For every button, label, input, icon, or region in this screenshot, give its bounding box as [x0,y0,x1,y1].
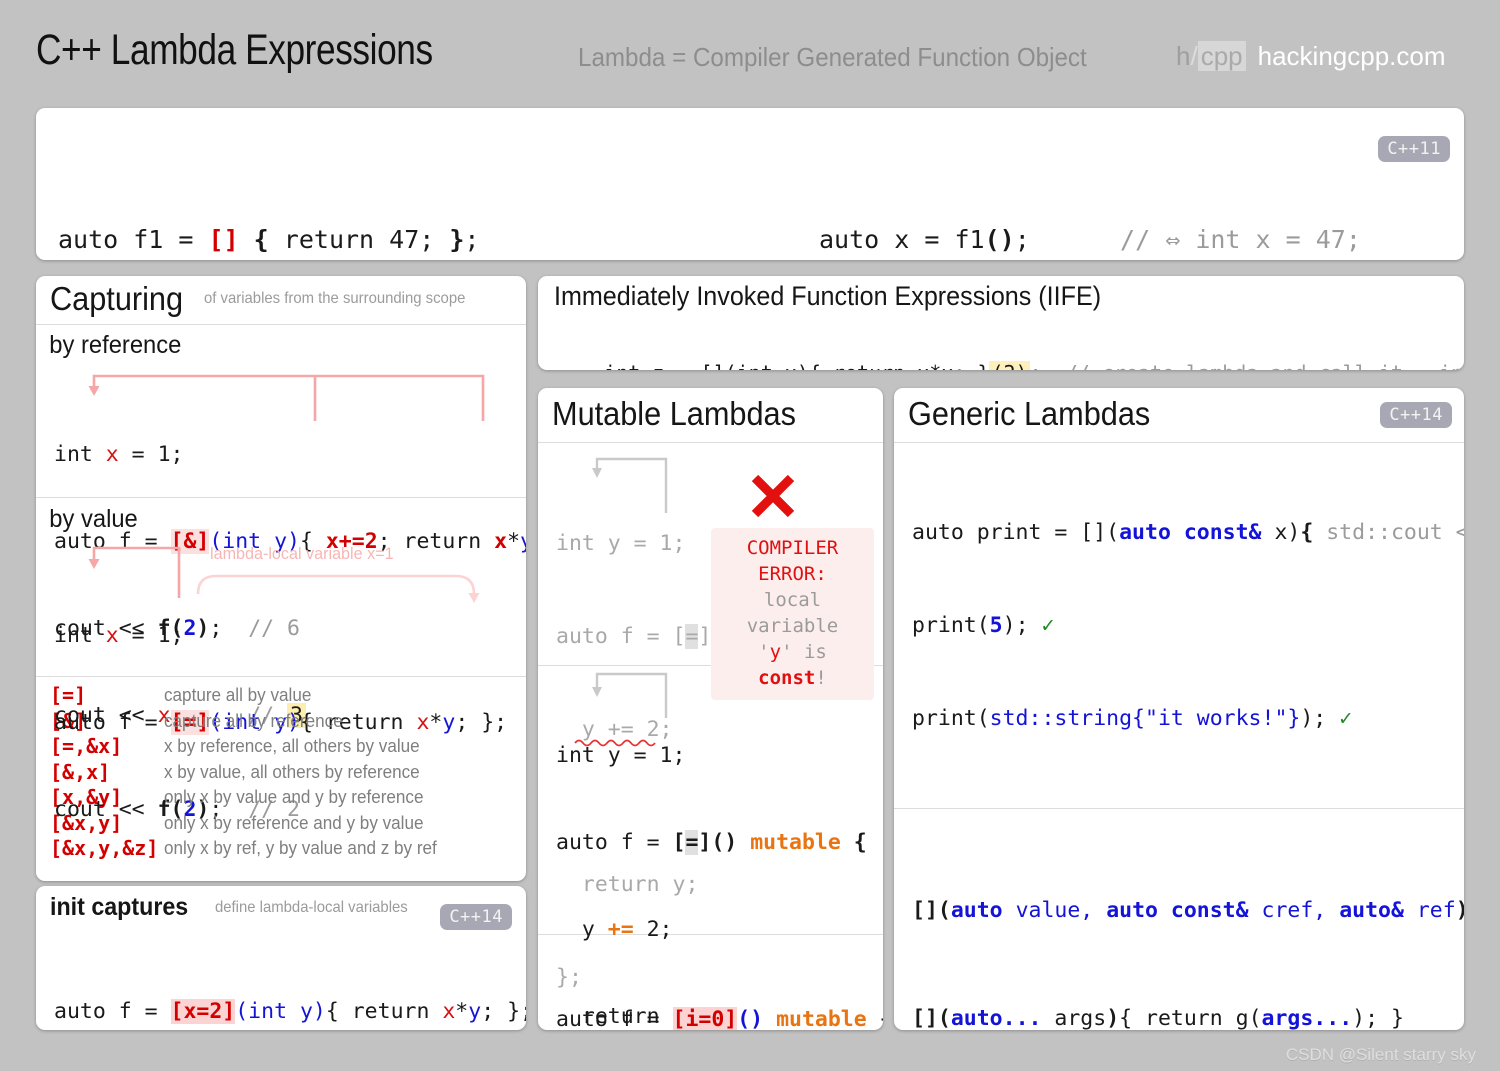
lambda-local-annotation: lambda-local variable x=1 [210,544,394,564]
generic-header: Generic Lambdas C++14 [894,388,1464,443]
capture-desc: x by reference, all others by value [164,734,437,760]
generic-lambdas-panel: Generic Lambdas C++14 auto print = [](au… [894,388,1464,1030]
std-badge-cpp14-generic: C++14 [1380,402,1452,428]
error-line-2: local variable [723,587,862,639]
init-captures-note: define lambda-local variables [215,899,408,917]
generic-line-1: auto print = [](auto const& x){ std::cou… [912,517,1464,548]
capturing-panel: Capturing of variables from the surround… [36,276,526,881]
capture-desc: x by value, all others by reference [164,760,437,786]
page-title: C++ Lambda Expressions [36,26,433,75]
mutable-bad-example: int y = 1; auto f = [=]() { y += 2; retu… [538,443,883,665]
mutable-header: Mutable Lambdas [538,388,883,443]
capture-desc: only x by value and y by reference [164,785,437,811]
by-reference-block: int x = 1; auto f = [&](int y){ x+=2; re… [36,362,526,497]
watermark: CSDN @Silent starry sky [1286,1045,1476,1065]
cross-icon [749,473,797,519]
init-captures-header: init captures define lambda-local variab… [36,886,526,922]
capture-desc: only x by reference and y by value [164,811,437,837]
counter-line-1: auto f = [i=0]() mutable { [556,1005,883,1030]
init-line-1: auto f = [x=2](int y){ return x*y; }; [54,996,526,1028]
capture-desc: capture all by reference [164,709,437,735]
good-line-3: y += 2; [556,915,867,944]
iife-title: Immediately Invoked Function Expressions… [554,281,1101,312]
capture-desc: capture all by value [164,683,437,709]
mutable-counter-code: auto f = [i=0]() mutable { ++i; return i… [556,947,883,1030]
brand-slash: / [1190,41,1197,71]
iife-code: int z = [](int x){ return x*x; }(2); // … [556,330,1464,370]
by-value-heading: by value [36,498,502,536]
generic-params-code: [](auto value, auto const& cref, auto& r… [912,821,1464,1030]
iife-header: Immediately Invoked Function Expressions… [538,276,1464,312]
params-line-2: [](auto... args){ return g(args...); } [912,1001,1464,1030]
std-badge-cpp14: C++14 [440,904,512,930]
capturing-header: Capturing of variables from the surround… [36,276,526,325]
brand-logo[interactable]: h/cpp hackingcpp.com [1176,41,1446,72]
generic-code: auto print = [](auto const& x){ std::cou… [912,455,1464,796]
brand-h: h [1176,41,1190,71]
intro-right-code: auto x = f1(); // ⇔ int x = 47; auto y =… [819,120,1421,260]
init-captures-panel: init captures define lambda-local variab… [36,886,526,1030]
iife-call: (2) [989,361,1029,370]
error-line-1: COMPILER ERROR: [723,535,862,587]
by-ref-line-1: int x = 1; [54,440,526,469]
init-captures-title: init captures [50,893,188,922]
iife-panel: Immediately Invoked Function Expressions… [538,276,1464,370]
page-header: C++ Lambda Expressions Lambda = Compiler… [0,0,1500,100]
by-reference-heading: by reference [36,325,502,362]
intro-left-code: auto f1 = [] { return 47; }; auto f2 = [… [58,120,811,260]
mutable-lambdas-panel: Mutable Lambdas int y = 1; auto f = [=](… [538,388,883,1030]
generic-title: Generic Lambdas [908,395,1150,433]
capturing-title: Capturing [50,280,183,318]
by-value-block: lambda-local variable x=1 int x = 1; aut… [36,536,526,676]
generic-line-3: print(std::string{"it works!"}); ✓ [912,703,1464,734]
mutable-title: Mutable Lambdas [552,395,796,433]
generic-line-2: print(5); ✓ [912,610,1464,641]
brand-cpp: cpp [1198,41,1246,71]
intro-result-1: auto x = f1(); // ⇔ int x = 47; [819,216,1421,260]
brand-site: hackingcpp.com [1258,41,1446,71]
page-subtitle: Lambda = Compiler Generated Function Obj… [578,42,1087,73]
good-line-2: auto f = [=]() mutable { [556,828,867,857]
params-line-1: [](auto value, auto const& cref, auto& r… [912,893,1464,929]
good-line-1: int y = 1; [556,741,867,770]
intro-line-1: auto f1 = [] { return 47; }; [58,216,811,260]
capturing-note: of variables from the surrounding scope [204,290,465,308]
init-captures-code: auto f = [x=2](int y){ return x*y; }; st… [54,932,526,1030]
capture-desc: only x by ref, y by value and z by ref [164,836,437,862]
intro-code-panel: C++11 auto f1 = [] { return 47; }; auto … [36,108,1464,260]
mutable-good-example: int y = 1; auto f = [=]() mutable { y +=… [538,666,883,934]
by-val-line-1: int x = 1; [54,621,507,650]
